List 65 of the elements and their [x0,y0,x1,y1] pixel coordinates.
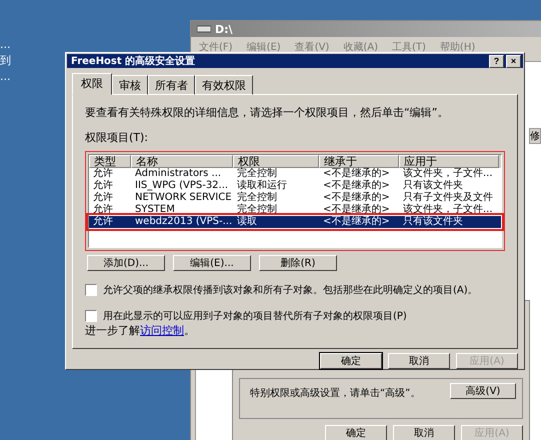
table-cell-text: <不是继承的> [322,180,391,192]
table-row[interactable]: 允许 Administrators ... 完全控制 <不是继承的> 该文件夹，子文件... [89,168,501,180]
list-button[interactable]: 删除(R) [259,255,337,271]
drive-icon [197,25,211,33]
table-cell-text: 该文件夹，子文件... [402,168,494,180]
window-title: D:\ [215,22,233,36]
tab[interactable]: 权限 [72,73,112,95]
table-cell-text: <不是继承的> [322,216,391,228]
table-cell-text: 只有该文件夹 [402,216,464,228]
table-row[interactable]: 允许 SYSTEM 完全控制 <不是继承的> 该文件夹，子文件... [89,204,501,216]
dialog-button[interactable]: 确定 [325,425,387,440]
table-cell-text: 只有该文件夹 [402,180,464,192]
list-label: 权限项目(T): [85,130,150,145]
table-cell-text: <不是继承的> [322,204,391,216]
table-cell-text: 允许 [92,192,114,204]
column-header[interactable]: 应用于 [399,155,499,168]
checkbox-label: 允许父项的继承权限传播到该对象和所有子对象。包括那些在此明确定义的项目(A)。 [103,284,478,297]
intro-text: 要查看有关特殊权限的详细信息，请选择一个权限项目，然后单击“编辑”。 [85,105,450,120]
checkbox[interactable] [85,284,97,296]
table-cell-text: SYSTEM [134,204,176,216]
table-row[interactable]: 允许 webdz2013 (VPS-... 读取 <不是继承的> 只有该文件夹 [89,216,501,228]
checkbox-label: 用在此显示的可以应用到子对象的项目替代所有子对象的权限项目(P) [103,310,407,323]
table-cell-text: 完全控制 [236,168,278,180]
table-cell-text: 读取和运行 [236,180,288,192]
table-cell-text: NETWORK SERVICE [134,192,233,204]
table-cell-text: Administrators ... [134,168,222,180]
help-button[interactable]: ? [489,54,504,68]
table-cell-text: 读取 [236,216,258,228]
table-cell-text: 允许 [92,204,114,216]
hint-text: 特别权限或高级设置，请单击“高级”。 [250,386,420,400]
access-control-link[interactable]: 访问控制 [140,324,184,337]
table-cell-text: 允许 [92,168,114,180]
table-cell-text: 该文件夹，子文件... [402,204,494,216]
table-cell-text: webdz2013 (VPS-... [134,216,233,228]
table-cell-text: <不是继承的> [322,192,391,204]
table-cell-text: 允许 [92,216,114,228]
table-cell-text: 完全控制 [236,192,278,204]
tab[interactable]: 有效权限 [195,75,253,95]
tab[interactable]: 审核 [112,75,148,95]
dialog-button[interactable]: 取消 [393,425,455,440]
column-header[interactable]: 继承于 [319,155,399,168]
list-button[interactable]: 编辑(E)... [173,255,251,271]
column-header[interactable]: 修 [529,128,541,144]
table-cell-text: 只有子文件夹及文件 [402,192,494,204]
tab[interactable]: 所有者 [148,75,195,95]
desktop-label: ... [0,70,11,84]
close-button[interactable]: × [506,54,521,68]
dialog-button[interactable]: 取消 [388,353,450,369]
table-cell-text: <不是继承的> [322,168,391,180]
table-row[interactable]: 允许 NETWORK SERVICE 完全控制 <不是继承的> 只有子文件夹及文件 [89,192,501,204]
column-header[interactable]: 名称 [131,155,233,168]
column-header[interactable]: 权限 [233,155,319,168]
table-cell-text: 允许 [92,180,114,192]
desktop-label: ... [0,38,11,52]
table-cell-text: 完全控制 [236,204,278,216]
table-cell-text: IIS_WPG (VPS-32... [134,180,230,192]
dialog-button[interactable]: 确定 [320,353,382,369]
desktop-label: 到 [0,54,11,68]
list-button[interactable]: 添加(D)... [87,255,165,271]
dialog-title: FreeHost 的高级安全设置 [71,54,196,68]
learn-more-text: 进一步了解访问控制。 [85,323,196,338]
advanced-button[interactable]: 高级(V) [450,383,516,399]
table-row[interactable]: 允许 IIS_WPG (VPS-32... 读取和运行 <不是继承的> 只有该文件夹 [89,180,501,192]
column-header[interactable]: 类型 [89,155,131,168]
checkbox[interactable] [85,310,97,322]
